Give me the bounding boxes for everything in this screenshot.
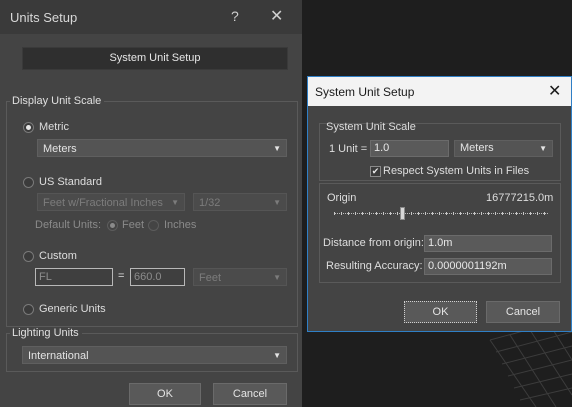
origin-value: 16777215.0m	[486, 192, 554, 204]
lighting-units-dropdown[interactable]: International ▼	[22, 346, 287, 364]
chevron-down-icon: ▼	[273, 144, 281, 153]
system-units-dropdown[interactable]: Meters ▼	[454, 140, 553, 157]
system-unit-setup-button[interactable]: System Unit Setup	[22, 47, 288, 70]
lighting-units-value: International	[28, 350, 89, 362]
distance-from-origin-label: Distance from origin:	[323, 237, 424, 249]
default-units-label: Default Units:	[35, 219, 102, 231]
generic-units-label: Generic Units	[39, 303, 106, 315]
display-unit-scale-group	[6, 101, 298, 327]
system-unit-setup-dialog: System Unit Setup ✕ System Unit Scale 1 …	[307, 76, 572, 332]
units-setup-dialog: Units Setup ? ✕ System Unit Setup Displa…	[0, 0, 302, 407]
chevron-down-icon: ▼	[273, 273, 281, 282]
feet-label: Feet	[122, 219, 145, 231]
custom-unit-dropdown[interactable]: Feet ▼	[193, 268, 287, 286]
custom-label: Custom	[39, 250, 77, 262]
close-icon[interactable]: ✕	[548, 81, 561, 101]
distance-from-origin-field[interactable]: 1.0m	[424, 235, 552, 252]
system-units-value: Meters	[460, 142, 494, 154]
metric-radio[interactable]	[23, 122, 34, 133]
custom-amount-field[interactable]: 660.0	[130, 268, 185, 286]
units-setup-titlebar[interactable]: Units Setup ? ✕	[0, 0, 302, 34]
us-units-dropdown[interactable]: Feet w/Fractional Inches ▼	[37, 193, 185, 211]
help-icon[interactable]: ?	[231, 8, 239, 24]
cancel-button[interactable]: Cancel	[213, 383, 287, 405]
unit-prefix-label: 1 Unit =	[329, 143, 368, 155]
display-unit-scale-label: Display Unit Scale	[10, 95, 105, 107]
system-unit-scale-label: System Unit Scale	[326, 121, 416, 133]
equals-sign: =	[118, 270, 125, 282]
close-icon[interactable]: ✕	[270, 6, 283, 26]
origin-label: Origin	[327, 192, 357, 204]
chevron-down-icon: ▼	[171, 198, 179, 207]
generic-units-radio[interactable]	[23, 304, 34, 315]
respect-units-checkbox[interactable]: ✔	[370, 166, 381, 177]
resulting-accuracy-label: Resulting Accuracy:	[326, 260, 423, 272]
chevron-down-icon: ▼	[539, 144, 547, 153]
resulting-accuracy-field: 0.0000001192m	[424, 258, 552, 275]
respect-units-label: Respect System Units in Files	[383, 165, 530, 177]
origin-slider-thumb[interactable]	[400, 207, 405, 220]
us-fraction-value: 1/32	[199, 197, 221, 209]
us-fraction-dropdown[interactable]: 1/32 ▼	[193, 193, 287, 211]
units-setup-title: Units Setup	[10, 10, 78, 25]
custom-radio[interactable]	[23, 251, 34, 262]
origin-slider-ticks	[334, 212, 545, 215]
unit-value-field[interactable]: 1.0	[370, 140, 449, 157]
us-units-value: Feet w/Fractional Inches	[43, 197, 163, 209]
ok-button[interactable]: OK	[129, 383, 201, 405]
custom-name-field[interactable]: FL	[35, 268, 113, 286]
us-standard-radio[interactable]	[23, 177, 34, 188]
feet-radio[interactable]	[107, 220, 118, 231]
chevron-down-icon: ▼	[273, 198, 281, 207]
system-unit-setup-title: System Unit Setup	[315, 85, 415, 99]
inches-label: Inches	[164, 219, 197, 231]
metric-units-dropdown[interactable]: Meters ▼	[37, 139, 287, 157]
custom-unit-value: Feet	[199, 272, 222, 284]
lighting-units-label: Lighting Units	[10, 327, 82, 339]
inches-radio[interactable]	[148, 220, 159, 231]
chevron-down-icon: ▼	[273, 351, 281, 360]
ok-button[interactable]: OK	[404, 301, 477, 323]
metric-label: Metric	[39, 121, 69, 133]
system-unit-setup-titlebar[interactable]: System Unit Setup ✕	[308, 77, 571, 106]
metric-units-value: Meters	[43, 143, 77, 155]
cancel-button[interactable]: Cancel	[486, 301, 560, 323]
us-standard-label: US Standard	[39, 176, 102, 188]
